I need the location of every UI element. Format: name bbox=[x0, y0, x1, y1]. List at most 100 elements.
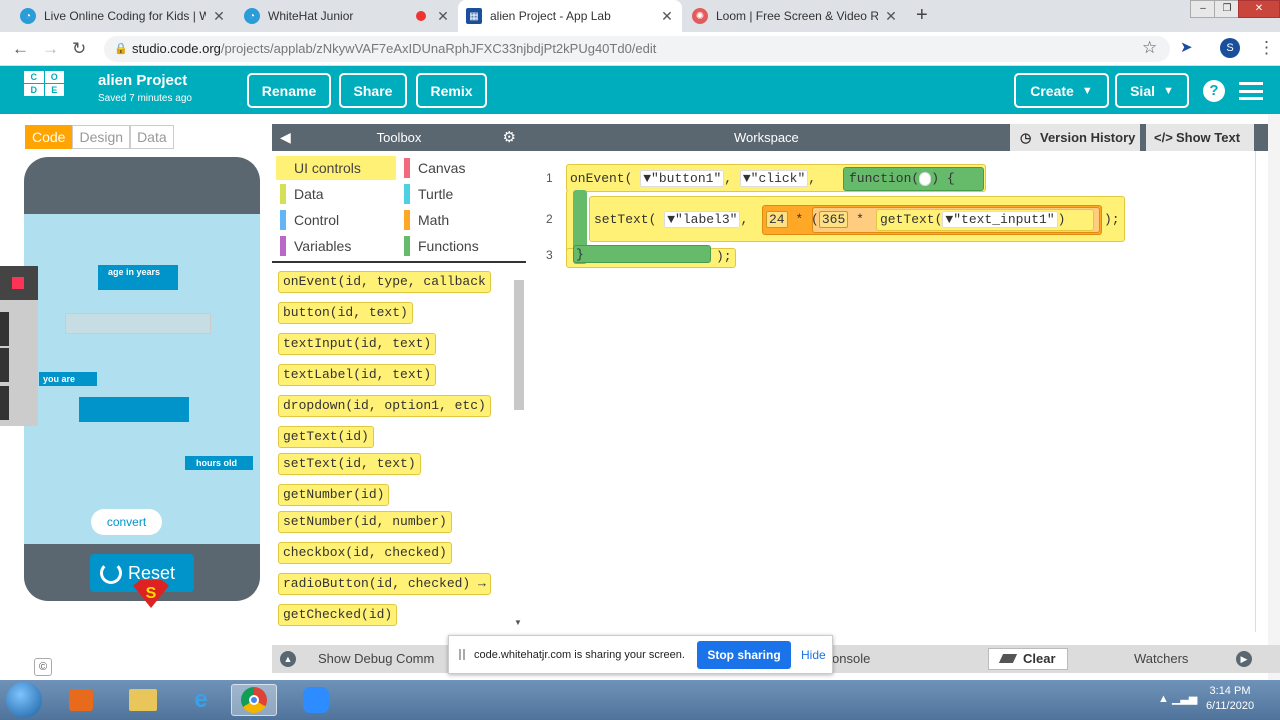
palette-block-gettext[interactable]: getText(id) bbox=[278, 426, 374, 448]
show-text-button[interactable]: </> Show Text bbox=[1146, 124, 1254, 151]
browser-tab-loom[interactable]: ✺ Loom | Free Screen & Video Reco ✕ bbox=[684, 0, 906, 32]
watchers-label: Watchers bbox=[1134, 651, 1189, 666]
network-signal-icon[interactable]: ▲ ▁▃▅ bbox=[1158, 692, 1197, 705]
mode-tabs: Code Design Data bbox=[25, 125, 174, 149]
rename-button[interactable]: Rename bbox=[247, 73, 331, 108]
pause-icon bbox=[459, 649, 465, 660]
app-preview-pane: Code Design Data age in years you are ho… bbox=[0, 114, 272, 680]
help-icon[interactable]: ? bbox=[1203, 80, 1225, 102]
side-control-tab[interactable] bbox=[0, 386, 9, 420]
category-control[interactable]: Control bbox=[276, 208, 396, 232]
create-dropdown[interactable]: Create ▼ bbox=[1014, 73, 1109, 108]
scroll-down-arrow-icon[interactable]: ▼ bbox=[514, 618, 522, 627]
profile-avatar[interactable]: S bbox=[1220, 38, 1240, 58]
new-tab-icon[interactable]: + bbox=[916, 4, 928, 27]
category-functions[interactable]: Functions bbox=[400, 234, 520, 258]
palette-block-textlabel[interactable]: textLabel(id, text) bbox=[278, 364, 437, 386]
url-host: studio.code.org bbox=[132, 41, 221, 56]
windows-start-icon[interactable] bbox=[6, 682, 42, 718]
forward-arrow-icon[interactable]: → bbox=[42, 39, 59, 59]
number-24[interactable]: 24 bbox=[766, 211, 788, 228]
screen-share-notice: code.whitehatjr.com is sharing your scre… bbox=[448, 635, 833, 674]
category-turtle[interactable]: Turtle bbox=[400, 182, 520, 206]
palette-block-radiobutton[interactable]: radioButton(id, checked) → bbox=[278, 573, 491, 595]
file-explorer-icon[interactable] bbox=[120, 684, 166, 716]
palette-block-onevent[interactable]: onEvent(id, type, callback bbox=[278, 271, 491, 293]
collapse-right-icon[interactable]: ▶ bbox=[1236, 651, 1252, 667]
collapse-left-icon[interactable]: ◀ bbox=[280, 124, 291, 151]
address-bar[interactable]: 🔒 studio.code.org/projects/applab/zNkywV… bbox=[104, 36, 1170, 62]
copyright-icon[interactable]: © bbox=[34, 658, 52, 676]
label-id-dropdown[interactable]: ▼"label3" bbox=[664, 211, 741, 228]
clear-button[interactable]: Clear bbox=[988, 648, 1068, 670]
share-button[interactable]: Share bbox=[339, 73, 407, 108]
param-slot[interactable] bbox=[919, 171, 932, 186]
zoom-taskbar-icon[interactable] bbox=[293, 684, 339, 716]
stop-icon[interactable] bbox=[0, 266, 38, 300]
tab-data[interactable]: Data bbox=[130, 125, 174, 149]
user-dropdown[interactable]: Sial ▼ bbox=[1115, 73, 1189, 108]
gear-icon[interactable]: ⚙ bbox=[503, 124, 516, 151]
category-canvas[interactable]: Canvas bbox=[400, 156, 520, 180]
internet-explorer-icon[interactable]: e bbox=[178, 684, 224, 716]
chrome-taskbar-icon[interactable] bbox=[231, 684, 277, 716]
tab-close-icon[interactable]: ✕ bbox=[436, 8, 450, 25]
tab-design[interactable]: Design bbox=[72, 125, 131, 149]
palette-scrollbar[interactable] bbox=[514, 280, 524, 410]
palette-block-getnumber[interactable]: getNumber(id) bbox=[278, 484, 390, 506]
version-history-button[interactable]: ◷ Version History bbox=[1010, 124, 1140, 151]
media-player-icon[interactable] bbox=[58, 684, 104, 716]
label-hours-old: hours old bbox=[185, 456, 253, 470]
restore-window-icon[interactable]: ❐ bbox=[1214, 0, 1240, 18]
code-org-logo[interactable]: C O D E bbox=[24, 71, 64, 109]
stop-sharing-button[interactable]: Stop sharing bbox=[697, 641, 791, 669]
tab-close-icon[interactable]: ✕ bbox=[660, 8, 674, 25]
remix-button[interactable]: Remix bbox=[416, 73, 487, 108]
browser-tab-applab[interactable]: ▦ alien Project - App Lab ✕ bbox=[458, 0, 682, 32]
back-arrow-icon[interactable]: ← bbox=[12, 39, 29, 59]
convert-button[interactable]: convert bbox=[91, 509, 162, 535]
extension-cursor-icon[interactable]: ➤ bbox=[1180, 38, 1193, 56]
category-swatch bbox=[280, 184, 286, 204]
category-label: Canvas bbox=[418, 160, 466, 176]
side-control-tab[interactable] bbox=[0, 348, 9, 382]
browser-menu-icon[interactable]: ⋮ bbox=[1258, 38, 1275, 58]
hide-link[interactable]: Hide bbox=[801, 648, 826, 662]
line-number: 2 bbox=[546, 212, 553, 226]
minimize-window-icon[interactable]: – bbox=[1190, 0, 1216, 18]
text-input-age[interactable] bbox=[65, 313, 211, 334]
category-data[interactable]: Data bbox=[276, 182, 396, 206]
palette-block-getchecked[interactable]: getChecked(id) bbox=[278, 604, 398, 626]
palette-block-settext[interactable]: setText(id, text) bbox=[278, 453, 421, 475]
palette-block-checkbox[interactable]: checkbox(id, checked) bbox=[278, 542, 452, 564]
palette-block-textinput[interactable]: textInput(id, text) bbox=[278, 333, 437, 355]
system-clock[interactable]: 3:14 PM 6/11/2020 bbox=[1200, 684, 1260, 714]
palette-block-button[interactable]: button(id, text) bbox=[278, 302, 413, 324]
expand-up-icon[interactable]: ▲ bbox=[280, 651, 296, 667]
category-math[interactable]: Math bbox=[400, 208, 520, 232]
side-control-tab[interactable] bbox=[0, 312, 9, 346]
button-id-dropdown[interactable]: ▼"button1" bbox=[640, 170, 725, 187]
toolbox-title: Toolbox bbox=[376, 130, 422, 145]
event-type-dropdown[interactable]: ▼"click" bbox=[739, 170, 809, 187]
reload-icon[interactable]: ↻ bbox=[72, 39, 86, 59]
tab-title: alien Project - App Lab bbox=[490, 9, 611, 23]
tab-close-icon[interactable]: ✕ bbox=[884, 8, 898, 25]
palette-block-setnumber[interactable]: setNumber(id, number) bbox=[278, 511, 452, 533]
palette-block-dropdown[interactable]: dropdown(id, option1, etc) bbox=[278, 395, 491, 417]
category-variables[interactable]: Variables bbox=[276, 234, 396, 258]
category-swatch bbox=[404, 210, 410, 230]
tab-close-icon[interactable]: ✕ bbox=[212, 8, 226, 25]
close-window-icon[interactable]: ✕ bbox=[1238, 0, 1280, 18]
browser-tab-whitehat[interactable]: ◔ WhiteHat Junior ✕ bbox=[236, 0, 458, 32]
number-365[interactable]: 365 bbox=[818, 211, 849, 228]
text-input-id-dropdown[interactable]: ▼"text_input1" bbox=[942, 211, 1058, 228]
category-ui-controls[interactable]: UI controls bbox=[276, 156, 396, 180]
bookmark-star-icon[interactable]: ☆ bbox=[1142, 38, 1157, 58]
chevron-down-icon: ▼ bbox=[1163, 84, 1174, 97]
version-history-label: Version History bbox=[1040, 130, 1136, 145]
hamburger-menu-icon[interactable] bbox=[1239, 82, 1263, 100]
show-debug-commands[interactable]: Show Debug Comm bbox=[318, 651, 434, 666]
tab-code[interactable]: Code bbox=[25, 125, 73, 149]
browser-tab-coding-kids[interactable]: ◔ Live Online Coding for Kids | Whi ✕ bbox=[12, 0, 234, 32]
